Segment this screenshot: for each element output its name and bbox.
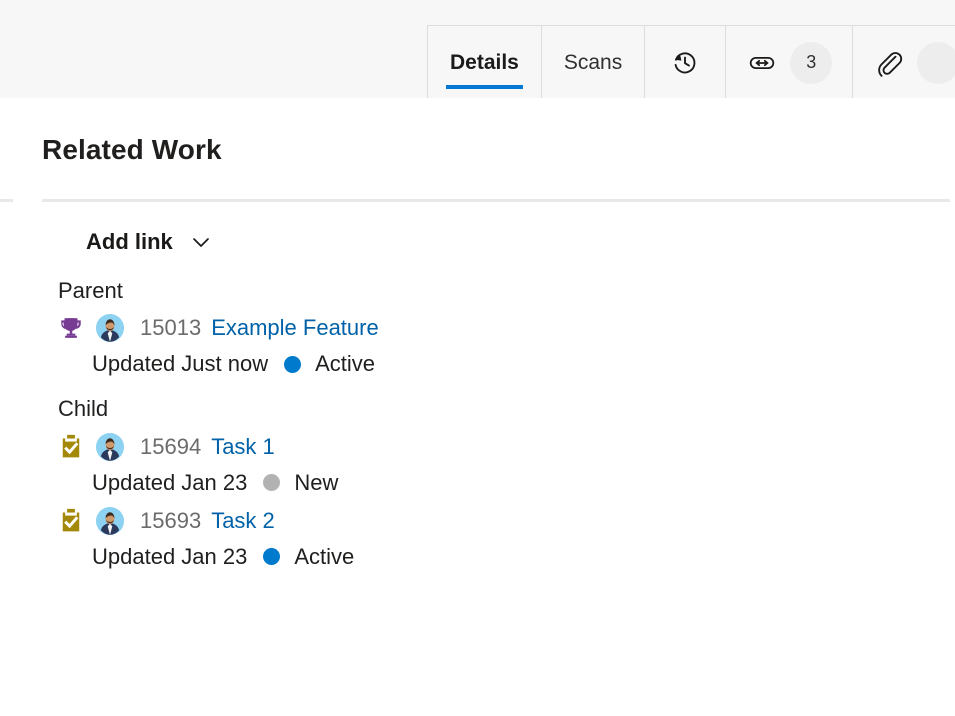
link-item-primary-row: 15694 Task 1	[58, 429, 955, 465]
list-item[interactable]: 15693 Task 2 Updated Jan 23 Active	[0, 503, 955, 575]
link-item-secondary-row: Updated Jan 23 Active	[92, 539, 955, 575]
avatar	[96, 314, 124, 343]
work-item-title-link[interactable]: Task 1	[211, 434, 275, 460]
chevron-down-icon	[189, 230, 213, 254]
link-item-secondary-row: Updated Just now Active	[92, 346, 955, 382]
link-group-child: Child 15694 Task 1 Updated Jan 23 New 15…	[0, 396, 955, 574]
attachments-count-badge	[917, 41, 955, 84]
tab-list: Details Scans 3	[427, 25, 955, 99]
link-group-label: Parent	[58, 278, 123, 303]
tab-scans-label: Scans	[563, 51, 623, 74]
status-badge: New	[294, 469, 339, 495]
updated-text: Updated Just now	[92, 351, 269, 377]
tab-scans[interactable]: Scans	[540, 26, 645, 99]
trophy-icon	[58, 315, 84, 341]
links-list: Parent 15013 Example Feature Updated Jus…	[0, 278, 955, 577]
related-work-panel: Related Work Add link Parent 15013 Examp…	[0, 98, 955, 716]
work-item-id: 15013	[140, 315, 202, 341]
status-badge: Active	[315, 351, 376, 377]
link-item-primary-row: 15013 Example Feature	[58, 310, 955, 346]
list-item[interactable]: 15013 Example Feature Updated Just now A…	[0, 310, 955, 382]
page-title: Related Work	[42, 134, 222, 165]
status-badge: Active	[294, 543, 355, 569]
history-icon	[671, 49, 699, 77]
tab-strip: Details Scans 3	[0, 0, 955, 99]
attachment-icon	[875, 49, 903, 77]
add-link-label: Add link	[86, 229, 173, 254]
section-divider	[42, 199, 950, 202]
status-dot	[263, 548, 281, 566]
status-dot	[263, 474, 281, 492]
tab-details-label: Details	[450, 51, 519, 74]
link-group-parent: Parent 15013 Example Feature Updated Jus…	[0, 278, 955, 382]
links-count-badge: 3	[790, 41, 833, 84]
task-icon	[58, 434, 84, 460]
avatar	[96, 506, 124, 535]
link-item-primary-row: 15693 Task 2	[58, 503, 955, 539]
add-link-button[interactable]: Add link	[86, 229, 213, 255]
tab-history[interactable]	[644, 26, 726, 99]
task-icon	[58, 508, 84, 534]
link-item-secondary-row: Updated Jan 23 New	[92, 465, 955, 501]
status-dot	[284, 355, 302, 373]
avatar	[96, 432, 124, 461]
list-item[interactable]: 15694 Task 1 Updated Jan 23 New	[0, 429, 955, 501]
work-item-id: 15694	[140, 433, 202, 459]
work-item-id: 15693	[140, 507, 202, 533]
work-item-title-link[interactable]: Task 2	[211, 508, 275, 534]
tab-links[interactable]: 3	[725, 26, 853, 99]
tab-attachments[interactable]	[852, 26, 955, 99]
link-group-label: Child	[58, 396, 109, 422]
divider-stub	[0, 199, 13, 202]
updated-text: Updated Jan 23	[92, 469, 248, 495]
tab-details[interactable]: Details	[427, 26, 541, 99]
link-icon	[748, 49, 776, 77]
updated-text: Updated Jan 23	[92, 543, 248, 569]
active-tab-underline	[446, 85, 523, 89]
work-item-title-link[interactable]: Example Feature	[211, 315, 379, 341]
